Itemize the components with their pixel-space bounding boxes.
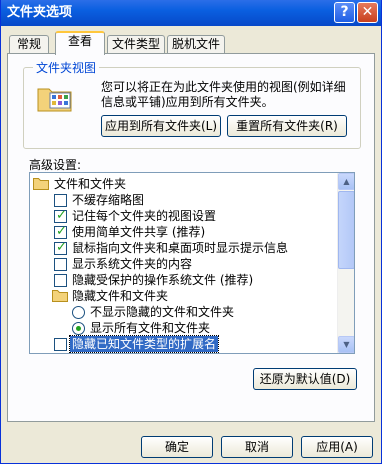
list-item-label: 隐藏已知文件类型的扩展名 <box>68 335 220 353</box>
vertical-scrollbar[interactable]: ▲ ▼ <box>337 173 354 353</box>
radio-button[interactable] <box>72 322 85 335</box>
list-item-label: 不缓存缩略图 <box>72 193 145 207</box>
folder-icon <box>52 290 68 302</box>
close-button[interactable]: ✕ <box>357 2 378 23</box>
tab-general[interactable]: 常规 <box>9 35 49 54</box>
title-bar: 文件夹选项 ? ✕ <box>1 0 381 26</box>
list-item-label: 记住每个文件夹的视图设置 <box>72 209 217 223</box>
scroll-up-button[interactable]: ▲ <box>338 173 354 190</box>
list-item-label: 不显示隐藏的文件和文件夹 <box>90 305 235 319</box>
list-item-label: 显示所有文件和文件夹 <box>90 321 211 335</box>
advanced-settings-list[interactable]: 文件和文件夹 不缓存缩略图 ✓ 记住每个文件夹的视图设置 ✓ 使用简单文件共享 … <box>29 172 355 354</box>
reset-all-folders-button[interactable]: 重置所有文件夹(R) <box>227 115 347 137</box>
apply-to-all-folders-button[interactable]: 应用到所有文件夹(L) <box>101 115 221 137</box>
tab-view[interactable]: 查看 <box>55 31 105 55</box>
radio-dot-icon <box>76 326 81 331</box>
help-button[interactable]: ? <box>334 2 355 23</box>
folder-views-description: 您可以将正在为此文件夹使用的视图(例如详细信息或平铺)应用到所有文件夹。 <box>101 80 346 109</box>
list-item-label: 显示系统文件夹的内容 <box>72 257 193 271</box>
checkbox[interactable]: ✓ <box>54 224 67 239</box>
check-icon: ✓ <box>56 224 67 239</box>
folder-icon <box>33 178 49 190</box>
folder-views-icon <box>37 88 72 112</box>
ok-button[interactable]: 确定 <box>141 436 213 458</box>
check-icon: ✓ <box>56 208 67 223</box>
folder-views-title: 文件夹视图 <box>33 59 100 76</box>
cancel-button[interactable]: 取消 <box>221 436 293 458</box>
checkbox[interactable] <box>54 274 67 287</box>
list-item-label: 隐藏文件和文件夹 <box>72 289 169 303</box>
list-item-label: 文件和文件夹 <box>54 177 127 191</box>
checkbox[interactable] <box>54 258 67 271</box>
tab-file-types[interactable]: 文件类型 <box>107 35 165 54</box>
checkbox[interactable]: ✓ <box>54 208 67 223</box>
list-item-label: 隐藏受保护的操作系统文件 (推荐) <box>72 273 254 287</box>
checkbox[interactable] <box>54 194 67 207</box>
scroll-thumb[interactable] <box>338 191 354 269</box>
check-icon: ✓ <box>56 240 67 255</box>
scroll-down-button[interactable]: ▼ <box>338 336 354 353</box>
tab-offline-files[interactable]: 脱机文件 <box>167 35 225 54</box>
folder-options-window: 文件夹选项 ? ✕ 常规 查看 文件类型 脱机文件 文件夹视图 您可以将正在为此… <box>0 0 382 464</box>
checkbox[interactable]: ✓ <box>54 240 67 255</box>
list-item-label: 鼠标指向文件夹和桌面项时显示提示信息 <box>72 241 289 255</box>
advanced-settings-label: 高级设置: <box>29 158 82 172</box>
window-title: 文件夹选项 <box>7 5 73 20</box>
apply-button[interactable]: 应用(A) <box>301 436 373 458</box>
list-item-label: 使用简单文件共享 (推荐) <box>72 225 206 239</box>
checkbox[interactable] <box>54 338 67 351</box>
restore-defaults-button[interactable]: 还原为默认值(D) <box>253 368 357 390</box>
radio-button[interactable] <box>72 306 85 319</box>
